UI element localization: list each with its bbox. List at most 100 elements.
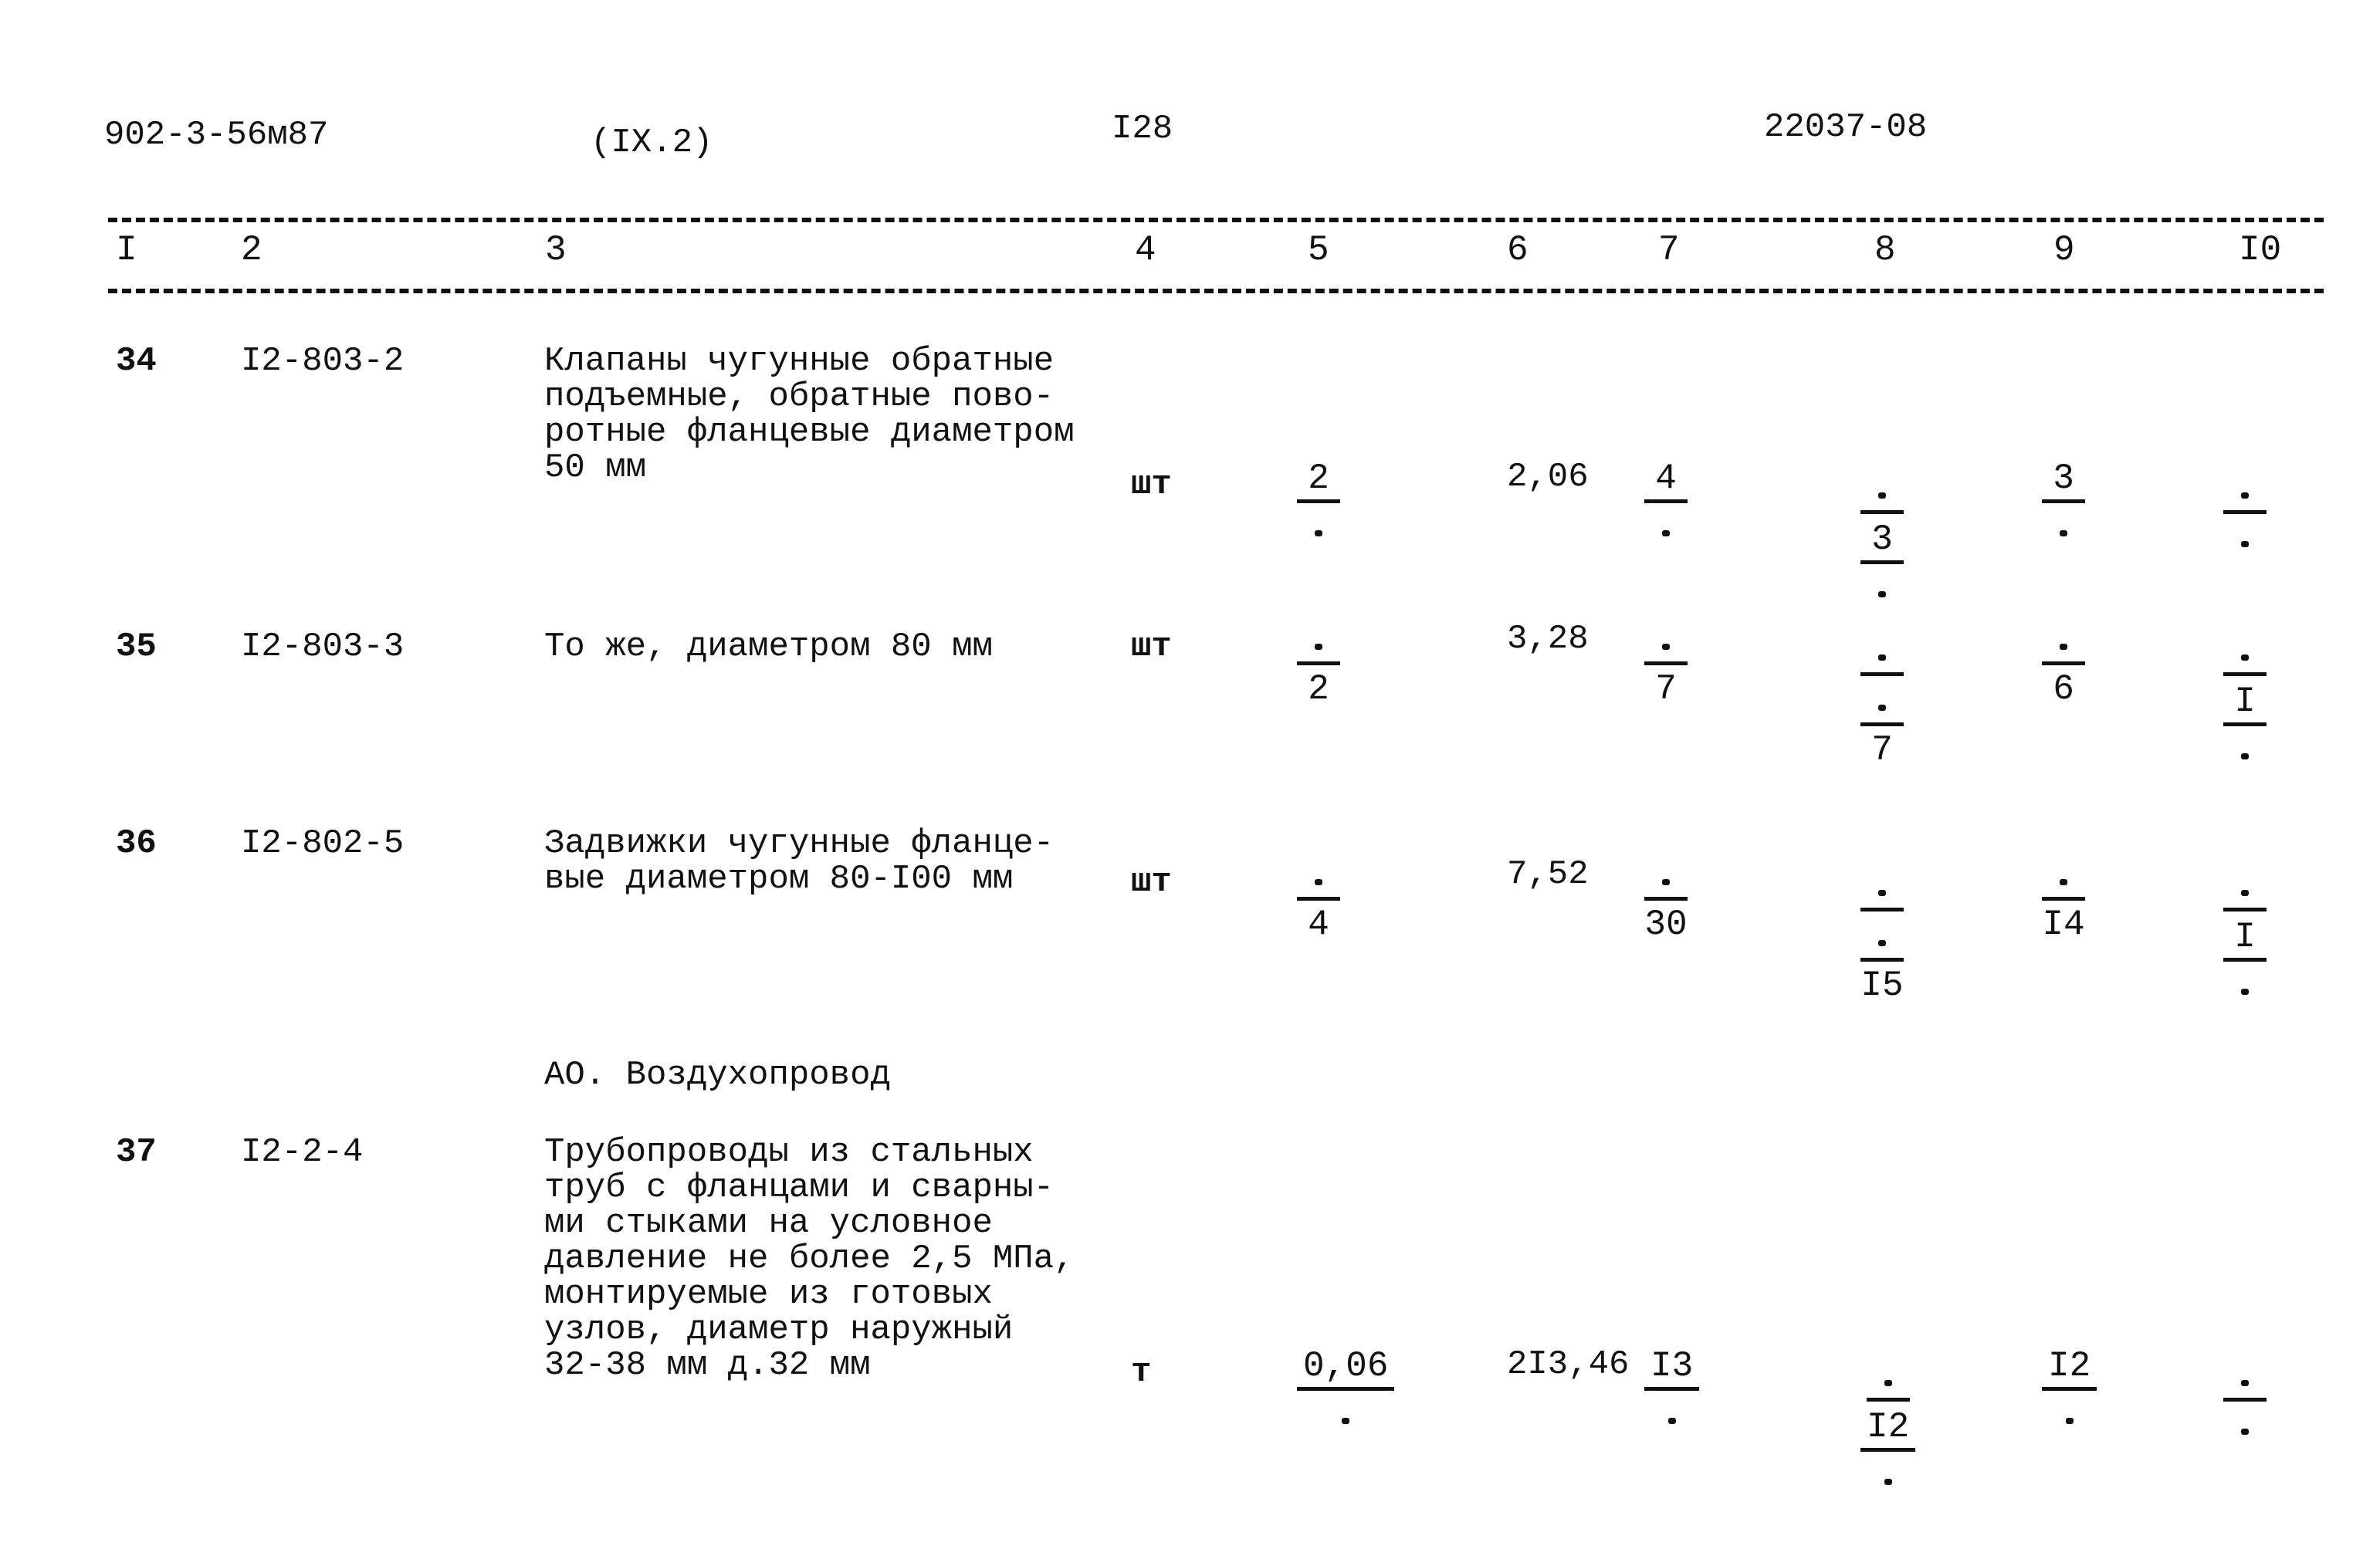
cell-col-8: I2	[1860, 1358, 1916, 1495]
cell-col-9: 3	[2042, 459, 2085, 546]
cell-col-5: 2	[1297, 621, 1340, 709]
dash-mark	[1884, 1479, 1892, 1485]
dash-mark	[1342, 1418, 1350, 1424]
numerator: I3	[1644, 1347, 1700, 1391]
cell-col-9: I2	[2042, 1347, 2097, 1434]
denominator: 4	[1308, 905, 1329, 945]
numerator: 4	[1644, 459, 1688, 503]
dash-mark	[2241, 1429, 2249, 1435]
dash-mark	[1884, 1380, 1892, 1386]
row-number: 37	[116, 1133, 157, 1172]
work-description: Трубопроводы из стальных труб с фланцами…	[544, 1133, 1075, 1385]
numerator	[2223, 470, 2267, 514]
numerator	[1866, 1358, 1910, 1402]
numerator	[2042, 857, 2085, 901]
middle-value	[1860, 918, 1904, 962]
middle-value: I2	[1860, 1408, 1916, 1452]
numerator: I2	[2042, 1347, 2097, 1391]
dash-mark	[1878, 890, 1886, 896]
col-header-1: I	[116, 230, 137, 270]
dash-mark	[2060, 644, 2067, 650]
middle-value	[1860, 682, 1904, 726]
numerator	[2042, 621, 2085, 665]
col-header-5: 5	[1308, 230, 1329, 270]
unit-cost: 2I3,46	[1507, 1345, 1630, 1384]
norm-code: I2-2-4	[241, 1133, 364, 1172]
col-header-3: 3	[545, 230, 567, 270]
denominator	[1657, 1391, 1688, 1434]
cell-col-5: 0,06	[1297, 1347, 1395, 1434]
denominator: 7	[1871, 730, 1893, 770]
cell-col-10	[2223, 1358, 2267, 1445]
denominator: 7	[1655, 669, 1677, 709]
middle-value: I	[2223, 682, 2267, 726]
denominator	[1330, 1391, 1361, 1434]
dash-mark	[1878, 591, 1886, 597]
header-top-rule	[108, 218, 2324, 222]
row-number: 36	[116, 824, 157, 863]
norm-code: I2-803-3	[241, 627, 405, 666]
cell-col-8: 3	[1860, 470, 1904, 607]
cell-col-9: I4	[2042, 857, 2085, 944]
numerator	[1644, 857, 1688, 901]
cell-col-7: I3	[1644, 1347, 1700, 1434]
dash-mark	[1315, 530, 1322, 536]
dash-mark	[1878, 940, 1886, 946]
denominator: I4	[2042, 905, 2085, 945]
denominator	[2229, 726, 2260, 769]
section-title: АО. Воздухопровод	[544, 1056, 891, 1094]
col-header-4: 4	[1135, 230, 1156, 270]
dash-mark	[2241, 753, 2249, 759]
document-code: 902-3-56м87	[104, 116, 329, 154]
cell-col-8: I5	[1860, 868, 1904, 1005]
numerator: 3	[2042, 459, 2085, 503]
dash-mark	[2060, 530, 2067, 536]
dash-mark	[2065, 1418, 2074, 1424]
col-header-2: 2	[241, 230, 262, 270]
dash-mark	[1315, 879, 1322, 885]
numerator	[1297, 857, 1340, 901]
unit-cost: 7,52	[1507, 855, 1589, 894]
numerator	[1860, 632, 1904, 676]
numerator	[2223, 632, 2267, 676]
col-header-6: 6	[1507, 230, 1529, 270]
unit: шт	[1131, 627, 1172, 666]
section-number: (IX.2)	[591, 123, 713, 162]
dash-mark	[2241, 989, 2249, 995]
dash-mark	[2241, 654, 2249, 661]
unit: шт	[1131, 465, 1172, 504]
denominator: 2	[1308, 669, 1329, 709]
col-header-10: I0	[2239, 230, 2282, 270]
row-number: 34	[116, 342, 157, 380]
denominator: I5	[1860, 966, 1904, 1006]
denominator: 6	[2053, 669, 2074, 709]
cell-col-7: 4	[1644, 459, 1688, 546]
unit-cost: 3,28	[1507, 620, 1589, 658]
cell-col-5: 4	[1297, 857, 1340, 944]
dash-mark	[1315, 644, 1322, 650]
norm-code: I2-803-2	[241, 342, 405, 380]
cell-col-10: I	[2223, 632, 2267, 769]
denominator	[1873, 1452, 1904, 1495]
dash-mark	[2241, 541, 2249, 547]
dash-mark	[1878, 705, 1886, 711]
dash-mark	[1878, 654, 1886, 661]
unit: шт	[1131, 863, 1172, 901]
denominator	[2048, 503, 2079, 546]
cell-col-7: 7	[1644, 621, 1688, 709]
col-header-8: 8	[1874, 230, 1896, 270]
numerator: 0,06	[1297, 1347, 1395, 1391]
dash-mark	[2060, 879, 2067, 885]
work-description: Клапаны чугунные обратные подъемные, обр…	[544, 342, 1075, 487]
middle-value: I	[2223, 918, 2267, 962]
unit-cost: 2,06	[1507, 458, 1589, 496]
numerator	[1860, 868, 1904, 911]
denominator	[1650, 503, 1681, 546]
norm-code: I2-802-5	[241, 824, 405, 863]
denominator	[2054, 1391, 2085, 1434]
cell-col-10: I	[2223, 868, 2267, 1005]
numerator	[1297, 621, 1340, 665]
denominator	[2229, 514, 2260, 557]
cell-col-8: 7	[1860, 632, 1904, 769]
sheet-number: 22037-08	[1764, 108, 1928, 147]
